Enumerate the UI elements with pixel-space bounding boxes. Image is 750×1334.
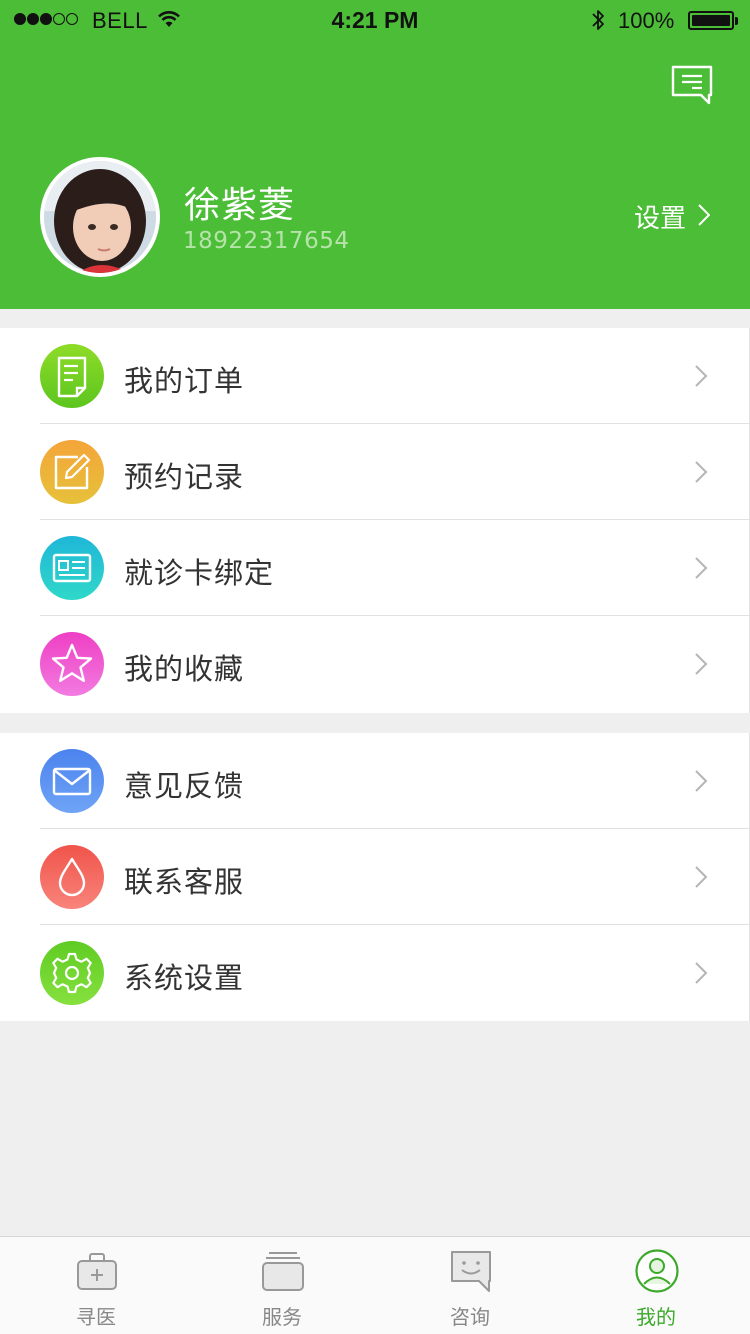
menu-item-appointment-records[interactable]: 预约记录 xyxy=(0,424,749,520)
chevron-right-icon xyxy=(695,557,708,579)
mail-icon xyxy=(40,749,104,813)
profile-header: BELL 4:21 PM 100% 徐紫菱 18922317654 设置 xyxy=(0,0,750,309)
user-phone: 18922317654 xyxy=(183,228,350,254)
medical-kit-icon xyxy=(77,1253,117,1290)
id-card-icon xyxy=(40,536,104,600)
avatar[interactable] xyxy=(40,157,160,277)
star-icon xyxy=(40,632,104,696)
bottom-tab-bar: 寻医 服务 咨询 我的 xyxy=(0,1236,750,1334)
order-document-icon xyxy=(40,344,104,408)
cards-stack-icon xyxy=(262,1252,304,1291)
tab-label: 咨询 xyxy=(450,1305,490,1329)
menu-item-feedback[interactable]: 意见反馈 xyxy=(0,733,749,829)
gear-icon xyxy=(40,941,104,1005)
menu-item-label: 我的收藏 xyxy=(124,652,245,686)
tab-label: 我的 xyxy=(636,1305,676,1329)
tab-label: 服务 xyxy=(262,1305,302,1329)
tab-mine[interactable]: 我的 xyxy=(562,1237,750,1334)
chevron-right-icon xyxy=(695,365,708,387)
menu-item-customer-service[interactable]: 联系客服 xyxy=(0,829,749,925)
menu-item-label: 系统设置 xyxy=(124,961,245,995)
status-bar: BELL 4:21 PM 100% xyxy=(0,0,750,40)
menu-item-label: 意见反馈 xyxy=(124,769,245,803)
chevron-right-icon xyxy=(695,866,708,888)
droplet-icon xyxy=(40,845,104,909)
edit-note-icon xyxy=(40,440,104,504)
menu-group-secondary: 意见反馈 联系客服 系统设置 xyxy=(0,733,750,1021)
battery-icon xyxy=(688,11,738,30)
header-settings-button[interactable]: 设置 xyxy=(634,198,710,234)
menu-item-my-favorites[interactable]: 我的收藏 xyxy=(0,616,749,712)
header-settings-label: 设置 xyxy=(634,204,687,234)
chevron-right-icon xyxy=(695,653,708,675)
tab-label: 寻医 xyxy=(76,1305,116,1329)
tab-consult[interactable]: 咨询 xyxy=(376,1237,564,1334)
menu-item-label: 预约记录 xyxy=(124,460,245,494)
menu-item-my-orders[interactable]: 我的订单 xyxy=(0,328,749,424)
user-profile-icon xyxy=(635,1249,679,1293)
menu-item-label: 就诊卡绑定 xyxy=(124,556,275,590)
menu-item-label: 我的订单 xyxy=(124,364,245,398)
tab-find-doctor[interactable]: 寻医 xyxy=(2,1237,190,1334)
menu-group-primary: 我的订单 预约记录 就诊卡绑定 我的收藏 xyxy=(0,328,750,713)
message-icon[interactable] xyxy=(670,64,714,106)
user-name: 徐紫菱 xyxy=(184,185,296,226)
chat-smile-icon xyxy=(451,1251,491,1292)
avatar-photo xyxy=(44,161,156,273)
chevron-right-icon xyxy=(698,204,710,226)
menu-item-system-settings[interactable]: 系统设置 xyxy=(0,925,749,1021)
chevron-right-icon xyxy=(695,962,708,984)
menu-item-label: 联系客服 xyxy=(124,865,245,899)
tab-services[interactable]: 服务 xyxy=(188,1237,376,1334)
menu-item-card-binding[interactable]: 就诊卡绑定 xyxy=(0,520,749,616)
battery-percentage: 100% xyxy=(618,8,675,33)
bluetooth-icon xyxy=(592,10,604,30)
chevron-right-icon xyxy=(695,461,708,483)
chevron-right-icon xyxy=(695,770,708,792)
